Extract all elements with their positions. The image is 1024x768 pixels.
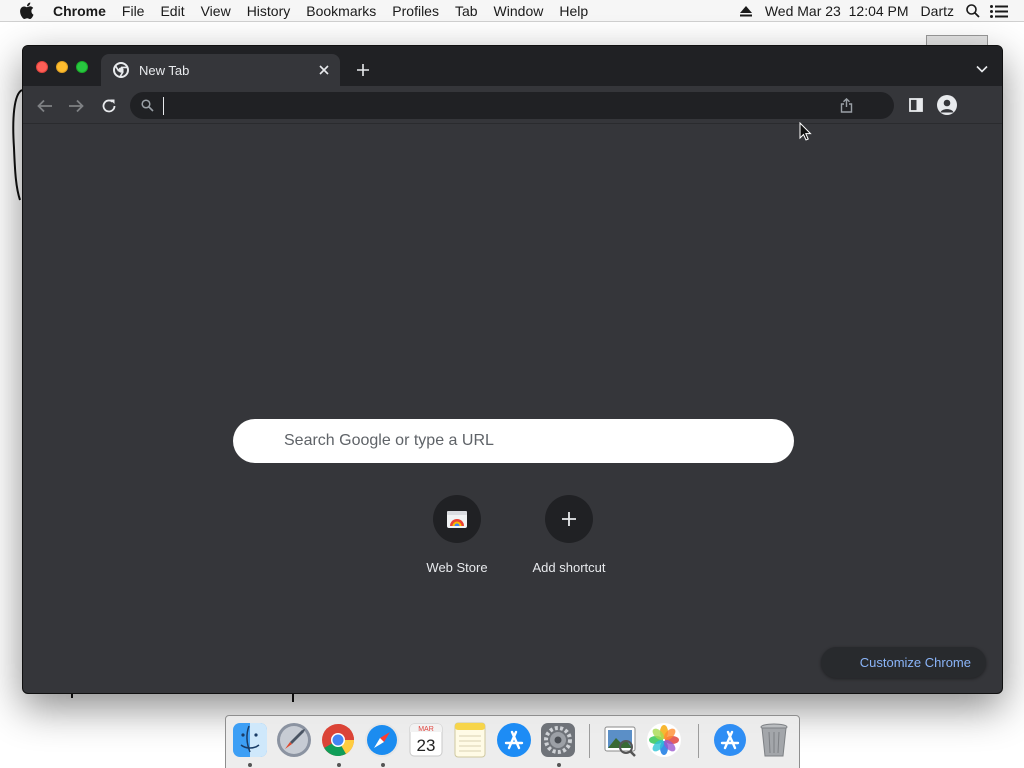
dock-separator [698,724,699,758]
user-name[interactable]: Dartz [915,3,960,19]
back-arrow-icon[interactable] [34,95,56,117]
menu-history[interactable]: History [239,0,299,22]
notification-center-icon[interactable] [986,0,1012,22]
address-input[interactable] [163,96,838,115]
close-tab-icon[interactable] [314,60,334,80]
add-shortcut-tile [545,495,593,543]
dock-system-preferences-icon[interactable] [540,722,576,758]
shortcut-label: Add shortcut [532,560,606,575]
menu-bar: Chrome File Edit View History Bookmarks … [0,0,1024,22]
new-tab-button[interactable] [353,60,373,80]
web-store-tile [433,495,481,543]
ntp-search-box[interactable] [233,419,794,463]
clock[interactable]: Wed Mar 23 12:04 PM [759,3,915,19]
running-indicator [381,763,385,767]
close-window-button[interactable] [36,61,48,73]
menu-file[interactable]: File [114,0,153,22]
zoom-window-button[interactable] [76,61,88,73]
address-bar[interactable] [130,92,894,119]
plus-icon [561,511,577,527]
forward-arrow-icon[interactable] [65,95,87,117]
apple-icon[interactable] [19,2,37,20]
reload-icon[interactable] [98,95,120,117]
dock-preview-icon[interactable] [602,722,638,758]
menu-bar-status-area: Wed Mar 23 12:04 PM Dartz [733,0,1024,22]
dock-launchpad-icon[interactable] [276,722,312,758]
menu-profiles[interactable]: Profiles [384,0,447,22]
menu-help[interactable]: Help [551,0,596,22]
running-indicator [337,763,341,767]
shortcut-web-store[interactable]: Web Store [402,495,512,575]
calendar-day: 23 [417,736,436,755]
dock-trash-icon[interactable] [756,722,792,758]
running-indicator [557,763,561,767]
menu-window[interactable]: Window [486,0,552,22]
toolbar [23,86,1002,124]
tab-strip: New Tab [23,46,1002,86]
tab-search-chevron-icon[interactable] [974,61,990,77]
mouse-cursor-icon [799,122,812,141]
minimize-window-button[interactable] [56,61,68,73]
side-panel-icon[interactable] [907,96,925,114]
tab-title: New Tab [139,62,190,78]
dock-safari-icon[interactable] [364,722,400,758]
chrome-window: New Tab Search Google or type a URL Web … [22,45,1003,694]
window-controls [36,61,88,73]
menu-app-chrome[interactable]: Chrome [49,0,114,22]
dock-chrome-icon[interactable] [320,722,356,758]
chrome-favicon-icon [113,62,129,78]
calendar-month: MAR [418,726,434,733]
menu-edit[interactable]: Edit [152,0,192,22]
omnibox-search-icon [141,98,155,113]
share-icon[interactable] [838,98,854,114]
dock-app-store-icon[interactable] [496,722,532,758]
menu-view[interactable]: View [193,0,239,22]
customize-chrome-button[interactable]: Customize Chrome [821,647,986,678]
shortcut-label: Web Store [426,560,488,575]
dock-finder-icon[interactable] [232,722,268,758]
spotlight-icon[interactable] [960,0,986,22]
menu-bookmarks[interactable]: Bookmarks [298,0,384,22]
ntp-search-input[interactable] [284,432,794,450]
dock: MAR 23 [225,715,800,768]
dock-downloads-icon[interactable] [712,722,748,758]
eject-icon[interactable] [733,0,759,22]
customize-chrome-label: Customize Chrome [859,655,971,670]
dock-calendar-icon[interactable]: MAR 23 [408,722,444,758]
dock-notes-icon[interactable] [452,722,488,758]
web-store-icon [446,509,468,529]
dock-photos-icon[interactable] [646,722,682,758]
profile-avatar-icon[interactable] [937,95,957,115]
menu-tab[interactable]: Tab [447,0,486,22]
running-indicator [248,763,252,767]
tab-new-tab[interactable]: New Tab [101,54,340,86]
shortcut-add[interactable]: Add shortcut [514,495,624,575]
dock-separator [589,724,590,758]
